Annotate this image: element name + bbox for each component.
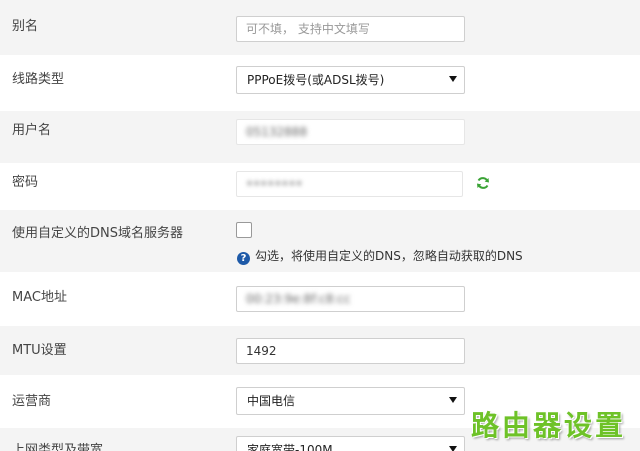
password-label: 密码 (12, 175, 39, 190)
mtu-value: 1492 (246, 344, 277, 358)
username-label: 用户名 (12, 123, 52, 138)
line-type-label: 线路类型 (12, 72, 65, 87)
line-type-value: PPPoE拨号(或ADSL拨号) (247, 73, 385, 87)
row-password: 密码 •••••••• (0, 163, 640, 210)
row-mac: MAC地址 00:23:9e:8f:c8:cc (0, 272, 640, 326)
isp-select[interactable]: 中国电信 (236, 387, 465, 415)
isp-label: 运营商 (12, 394, 52, 409)
chevron-down-icon (449, 76, 457, 82)
question-circle-icon: ? (237, 252, 250, 265)
chevron-down-icon (449, 397, 457, 403)
alias-input[interactable] (236, 16, 465, 42)
username-value: 05132888 (246, 125, 308, 139)
mac-value: 00:23:9e:8f:c8:cc (246, 292, 351, 306)
custom-dns-checkbox[interactable] (236, 222, 252, 238)
custom-dns-hint: ? 勾选，将使用自定义的DNS，忽略自动获取的DNS (237, 247, 523, 265)
username-input[interactable]: 05132888 (236, 119, 465, 145)
mac-label: MAC地址 (12, 290, 67, 305)
isp-value: 中国电信 (247, 394, 296, 408)
access-bandwidth-value: 家庭宽带-100M (247, 443, 333, 451)
access-bandwidth-select[interactable]: 家庭宽带-100M (236, 436, 465, 451)
alias-label: 别名 (12, 19, 39, 34)
access-bandwidth-label: 上网类型及带宽 (12, 443, 104, 451)
password-input[interactable]: •••••••• (236, 171, 463, 197)
watermark-logo: 路由器设置 (470, 409, 626, 442)
chevron-down-icon (449, 446, 457, 451)
mac-input[interactable]: 00:23:9e:8f:c8:cc (236, 286, 465, 312)
mtu-input[interactable]: 1492 (236, 338, 465, 364)
row-mtu: MTU设置 1492 (0, 326, 640, 375)
custom-dns-label: 使用自定义的DNS域名服务器 (12, 226, 183, 241)
mtu-label: MTU设置 (12, 343, 67, 358)
row-line-type: 线路类型 PPPoE拨号(或ADSL拨号) (0, 55, 640, 111)
password-value: •••••••• (246, 177, 303, 191)
row-custom-dns: 使用自定义的DNS域名服务器 ? 勾选，将使用自定义的DNS，忽略自动获取的DNS (0, 210, 640, 272)
row-username: 用户名 05132888 (0, 111, 640, 163)
custom-dns-hint-text: 勾选，将使用自定义的DNS，忽略自动获取的DNS (255, 249, 523, 263)
row-alias: 别名 (0, 0, 640, 55)
refresh-icon[interactable] (476, 176, 490, 190)
line-type-select[interactable]: PPPoE拨号(或ADSL拨号) (236, 66, 465, 94)
